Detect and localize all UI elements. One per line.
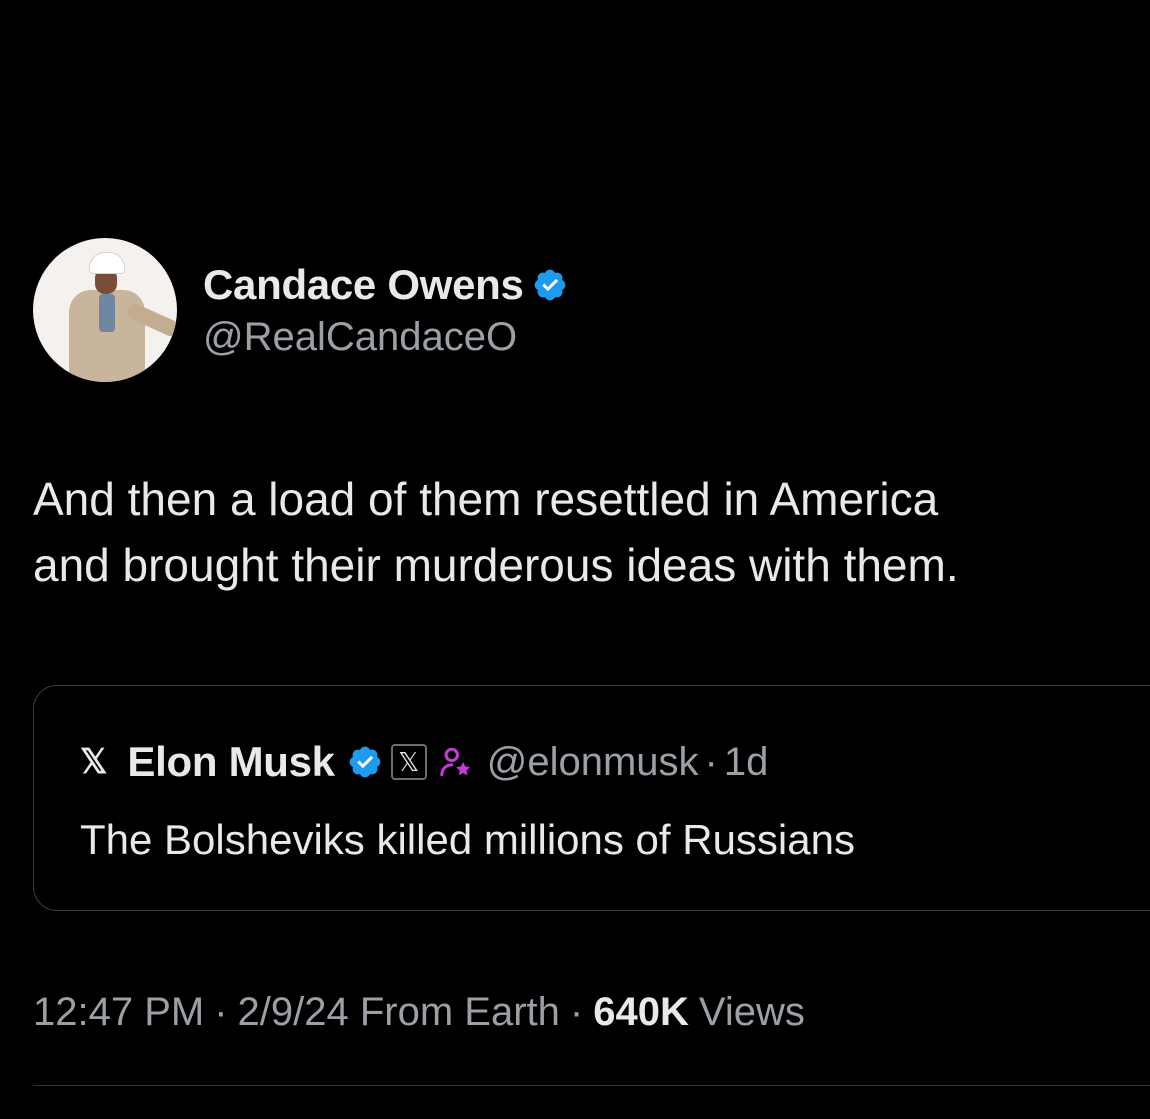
divider [33,1085,1150,1086]
avatar-hat-shape [89,252,125,274]
affiliate-person-star-icon [440,747,470,777]
quoted-author-display-name[interactable]: Elon Musk [127,738,335,786]
tweet-text: And then a load of them resettled in Ame… [33,466,1150,598]
meta-separator: · [569,990,584,1034]
verified-badge-icon [349,746,381,778]
author-handle[interactable]: @RealCandaceO [203,315,568,360]
verified-badge-icon [534,269,565,300]
author-display-name[interactable]: Candace Owens [203,261,524,309]
avatar[interactable] [33,238,177,382]
quoted-tweet-header: 𝕏 Elon Musk 𝕏 @elonmusk · 1d [80,738,768,786]
quoted-tweet-card[interactable]: 𝕏 Elon Musk 𝕏 @elonmusk · 1d The Bolshev… [33,685,1150,911]
views-count[interactable]: 640K [593,990,689,1035]
quoted-author-handle[interactable]: @elonmusk [487,740,699,785]
tweet-meta: 12:47 PM · 2/9/24 From Earth · 640K View… [33,990,805,1035]
author-name-row: Candace Owens [203,261,568,309]
tweet-text-line: and brought their murderous ideas with t… [33,539,959,591]
quoted-tweet-text: The Bolsheviks killed millions of Russia… [80,816,855,863]
quoted-tweet-age[interactable]: 1d [724,740,769,785]
tweet-card: Candace Owens @RealCandaceO And then a l… [0,0,1150,1119]
author-names: Candace Owens @RealCandaceO [203,261,568,360]
tweet-time[interactable]: 12:47 PM [33,990,204,1035]
x-logo-icon: 𝕏 [80,743,108,781]
tweet-header: Candace Owens @RealCandaceO [33,238,568,382]
x-affiliate-badge-icon: 𝕏 [390,744,427,780]
views-label: Views [698,990,805,1034]
tweet-text-line: And then a load of them resettled in Ame… [33,473,939,525]
avatar-shirt-shape [99,294,115,332]
meta-separator: · [214,990,228,1034]
quoted-separator: · [704,739,718,784]
tweet-date-source[interactable]: 2/9/24 From Earth [238,990,560,1035]
